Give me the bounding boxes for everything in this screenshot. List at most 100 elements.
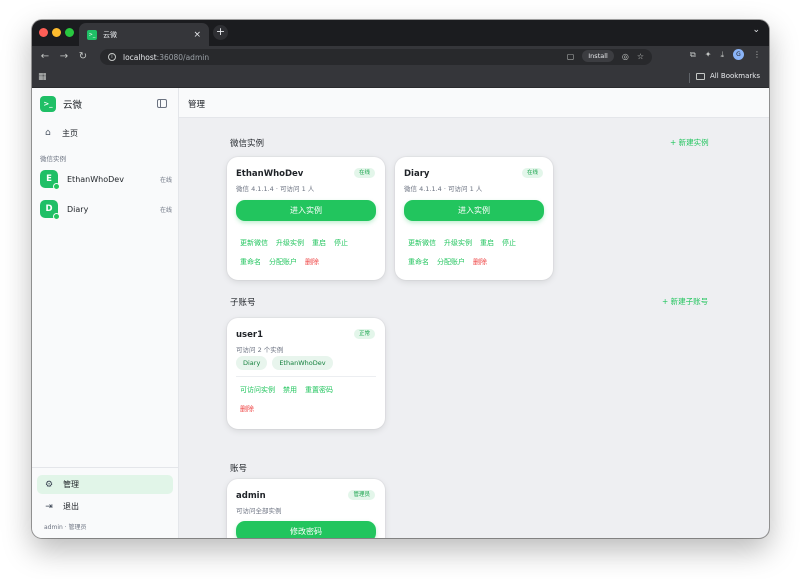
sidebar-item-instance[interactable]: D Diary 在线 [40, 198, 172, 220]
subaccount-meta: 可访问 2 个实例 [236, 346, 284, 354]
instance-card-name: Diary [404, 169, 430, 179]
apps-grid-icon[interactable]: ▦ [38, 72, 47, 82]
instance-status: 在线 [159, 176, 172, 184]
maximize-window-button[interactable] [65, 28, 74, 37]
instance-tag: Diary [236, 356, 268, 370]
brand-logo-icon: >_ [40, 96, 56, 112]
main-panel: 管理 微信实例 + 新建实例 EthanWhoDev 在线 微信 4.1.1.4… [179, 88, 769, 538]
browser-menu-icon[interactable]: ⋮ [753, 50, 761, 59]
brand-name: 云微 [63, 100, 83, 111]
sidebar-collapse-icon[interactable] [157, 99, 167, 108]
rename-link[interactable]: 重命名 [408, 257, 429, 267]
subaccounts-section-title: 子账号 [230, 298, 256, 308]
delete-link[interactable]: 删除 [473, 257, 487, 267]
instance-tag: EthanWhoDev [272, 356, 333, 370]
role-badge: 管理员 [348, 490, 375, 500]
status-badge: 在线 [521, 168, 543, 178]
stop-link[interactable]: 停止 [334, 238, 348, 248]
rename-link[interactable]: 重命名 [240, 257, 261, 267]
all-bookmarks-button[interactable]: All Bookmarks [695, 72, 760, 80]
upgrade-instance-link[interactable]: 升级实例 [276, 238, 304, 248]
extensions-icon[interactable]: ✦ [705, 50, 712, 59]
instance-card-meta: 微信 4.1.1.4 · 可访问 1 人 [236, 185, 315, 193]
brand: >_ 云微 [40, 96, 82, 112]
new-tab-button[interactable]: + [213, 25, 228, 40]
sidebar-item-label: 主页 [62, 128, 78, 138]
card-divider [236, 376, 376, 377]
instance-initial: E [46, 174, 52, 184]
browser-tab[interactable]: >_ 云微 × [79, 23, 209, 46]
delete-link[interactable]: 删除 [240, 404, 254, 414]
site-info-icon[interactable]: i [108, 53, 116, 61]
stop-link[interactable]: 停止 [502, 238, 516, 248]
clipboard-icon[interactable]: ▢ [567, 52, 575, 61]
sidebar-item-logout[interactable]: ⇥ 退出 [37, 497, 173, 516]
browser-window: >_ 云微 × + ⌄ ← → ↻ i localhost:36080/admi… [32, 20, 769, 538]
address-bar[interactable]: i localhost:36080/admin ▢ Install ◎ ☆ [100, 49, 652, 65]
accessible-instances-link[interactable]: 可访问实例 [240, 385, 275, 395]
restart-link[interactable]: 重启 [312, 238, 326, 248]
instance-avatar: E [40, 170, 60, 190]
instance-name: Diary [67, 204, 89, 214]
bookmarks-bar: ▦ All Bookmarks [32, 68, 769, 88]
delete-link[interactable]: 删除 [305, 257, 319, 267]
forward-arrow-icon[interactable]: → [56, 49, 72, 65]
close-window-button[interactable] [39, 28, 48, 37]
sidebar-item-label: 退出 [63, 502, 79, 511]
account-section-title: 账号 [230, 464, 248, 474]
upgrade-instance-link[interactable]: 升级实例 [444, 238, 472, 248]
install-app-button[interactable]: Install [582, 50, 614, 62]
instance-actions-row: 更新微信 升级实例 重启 停止 [240, 238, 348, 248]
tab-close-icon[interactable]: × [193, 30, 201, 40]
sidebar-footer: ⚙ 管理 ⇥ 退出 admin · 管理员 [32, 467, 179, 531]
sidebar-item-admin[interactable]: ⚙ 管理 [37, 475, 173, 494]
instance-name: EthanWhoDev [67, 174, 124, 184]
reset-password-link[interactable]: 重置密码 [305, 385, 333, 395]
instance-actions-row: 重命名 分配账户 删除 [240, 257, 319, 267]
logout-icon: ⇥ [45, 501, 53, 512]
page-title: 管理 [188, 100, 206, 110]
back-arrow-icon[interactable]: ← [37, 49, 53, 65]
instance-card: EthanWhoDev 在线 微信 4.1.1.4 · 可访问 1 人 进入实例… [227, 157, 385, 280]
tab-strip: >_ 云微 × + ⌄ [32, 20, 769, 46]
current-user-meta: admin · 管理员 [44, 524, 87, 531]
all-bookmarks-label: All Bookmarks [709, 72, 760, 80]
profile-avatar[interactable]: G [733, 49, 744, 60]
instances-section-title: 微信实例 [230, 139, 265, 149]
restart-link[interactable]: 重启 [480, 238, 494, 248]
instance-avatar: D [40, 200, 60, 220]
gear-icon: ⚙ [44, 479, 54, 490]
new-subaccount-button[interactable]: + 新建子账号 [662, 296, 708, 307]
new-instance-button[interactable]: + 新建实例 [670, 137, 709, 148]
disable-link[interactable]: 禁用 [283, 385, 297, 395]
page-content: >_ 云微 ⌂ 主页 微信实例 E EthanWhoDev 在线 D Diary… [32, 88, 769, 538]
sidebar: >_ 云微 ⌂ 主页 微信实例 E EthanWhoDev 在线 D Diary… [32, 88, 179, 538]
sidebar-item-instance[interactable]: E EthanWhoDev 在线 [40, 168, 172, 190]
download-icon[interactable]: ⤓ [720, 50, 724, 60]
browser-toolbar: ← → ↻ i localhost:36080/admin ▢ Install … [32, 46, 769, 68]
instance-tags: Diary EthanWhoDev [236, 356, 333, 370]
tab-search-chevron-icon[interactable]: ⌄ [752, 25, 760, 35]
instance-initial: D [45, 204, 53, 214]
enter-instance-button[interactable]: 进入实例 [236, 200, 376, 221]
incognito-glasses-icon[interactable]: ◎ [622, 52, 629, 61]
subaccount-name: user1 [236, 330, 263, 340]
assign-account-link[interactable]: 分配账户 [269, 257, 297, 267]
reload-icon[interactable]: ↻ [75, 49, 91, 65]
enter-instance-button[interactable]: 进入实例 [404, 200, 544, 221]
update-wechat-link[interactable]: 更新微信 [240, 238, 268, 248]
online-dot-icon [53, 213, 60, 220]
account-meta: 可访问全部实例 [236, 507, 282, 515]
sidebar-item-home[interactable]: ⌂ 主页 [40, 125, 172, 141]
folder-icon [695, 72, 705, 80]
assign-account-link[interactable]: 分配账户 [437, 257, 465, 267]
extension-puzzle-icon[interactable]: ⧉ [690, 50, 696, 60]
bookmark-star-icon[interactable]: ☆ [637, 52, 644, 61]
update-wechat-link[interactable]: 更新微信 [408, 238, 436, 248]
instance-card: Diary 在线 微信 4.1.1.4 · 可访问 1 人 进入实例 更新微信 … [395, 157, 553, 280]
change-password-button[interactable]: 修改密码 [236, 521, 376, 538]
subaccount-actions-row: 可访问实例 禁用 重置密码 [240, 385, 333, 395]
account-name: admin [236, 491, 266, 501]
minimize-window-button[interactable] [52, 28, 61, 37]
bookmarks-divider [689, 73, 690, 83]
